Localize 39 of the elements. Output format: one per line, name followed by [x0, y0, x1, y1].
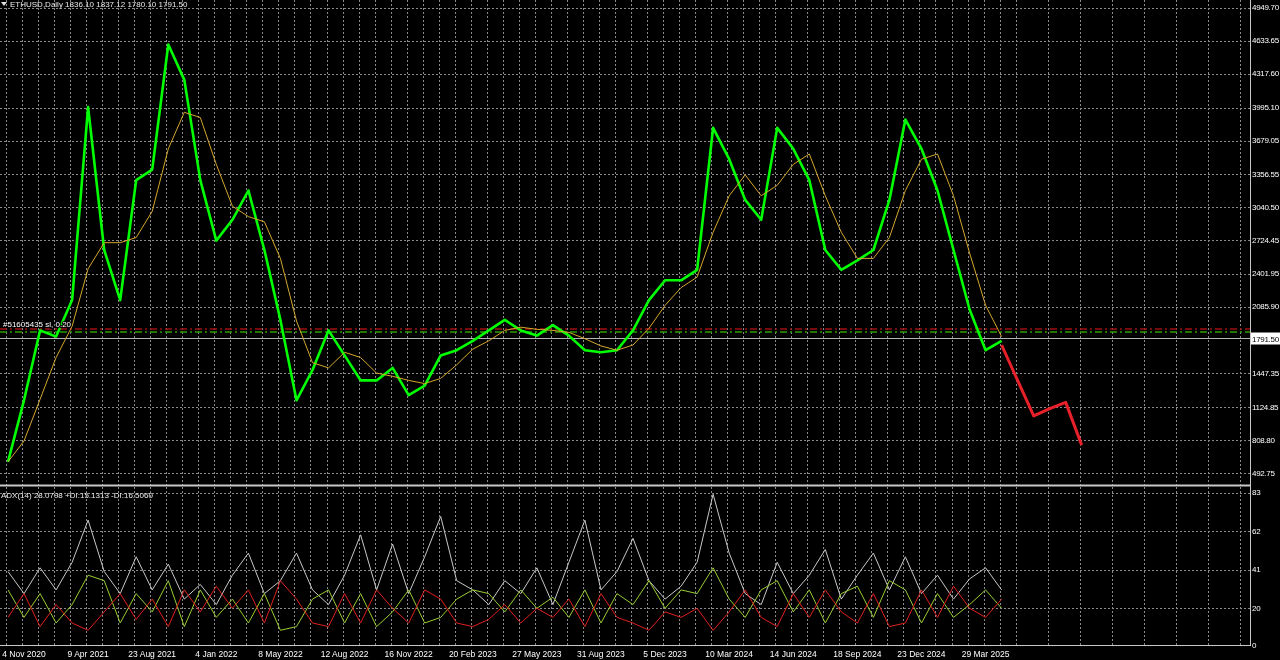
- date-axis-label: 4 Jan 2022: [195, 648, 238, 659]
- price-axis-label: 3679.05: [1252, 136, 1279, 146]
- price-axis-label: 2724.45: [1252, 235, 1279, 245]
- date-axis-label: 29 Mar 2025: [961, 648, 1010, 659]
- date-axis-label: 12 Aug 2022: [320, 648, 369, 659]
- price-axis-label: 3995.10: [1252, 103, 1279, 113]
- indicator-axis-label: 20: [1252, 603, 1261, 613]
- date-axis-label: 16 Nov 2022: [384, 648, 433, 659]
- indicator-axis-label: 0: [1252, 640, 1257, 650]
- date-axis-label: 4 Nov 2020: [2, 648, 46, 659]
- date-axis-label: 18 Sep 2024: [833, 648, 882, 659]
- price-axis-label: 4949.70: [1252, 3, 1279, 13]
- indicator-label: ADX(14) 28.0798 +DI:15.1313 -DI:16.5060: [1, 491, 153, 500]
- date-axis-label: 8 May 2022: [258, 648, 303, 659]
- price-axis-label: 1124.85: [1252, 402, 1279, 412]
- date-axis-label: 31 Aug 2023: [577, 648, 625, 659]
- price-axis-label: 3040.50: [1252, 202, 1279, 212]
- caret-icon: [1, 2, 7, 6]
- price-axis-label: 4317.60: [1252, 69, 1279, 79]
- price-axis-label: 492.75: [1252, 468, 1275, 478]
- price-axis-label: 4633.65: [1252, 36, 1279, 46]
- price-axis-label: 2401.95: [1252, 269, 1279, 279]
- date-axis-label: 9 Apr 2021: [67, 648, 109, 659]
- date-axis-label: 23 Aug 2021: [128, 648, 177, 659]
- date-axis-label: 5 Dec 2023: [643, 648, 687, 659]
- date-axis-label: 14 Jun 2024: [769, 648, 817, 659]
- price-axis-label: 2085.90: [1252, 302, 1279, 312]
- indicator-axis-label: 83: [1252, 488, 1261, 497]
- chart-title: ETHUSD,Daily 1836.10 1837.12 1780.10 1791.50: [10, 0, 188, 9]
- price-axis-label: 808.80: [1252, 435, 1275, 445]
- date-axis-label: 23 Dec 2024: [897, 648, 946, 659]
- indicator-axis-label: 41: [1252, 565, 1261, 575]
- price-axis-label: 1447.35: [1252, 368, 1279, 378]
- date-axis-label: 20 Feb 2023: [448, 648, 497, 659]
- current-price-tag: 1791.50: [1251, 332, 1280, 345]
- date-axis-label: 10 Mar 2024: [705, 648, 754, 659]
- indicator-axis-label: 62: [1252, 526, 1261, 536]
- date-axis-label: 27 May 2023: [512, 648, 562, 659]
- price-axis-label: 3356.55: [1252, 169, 1279, 179]
